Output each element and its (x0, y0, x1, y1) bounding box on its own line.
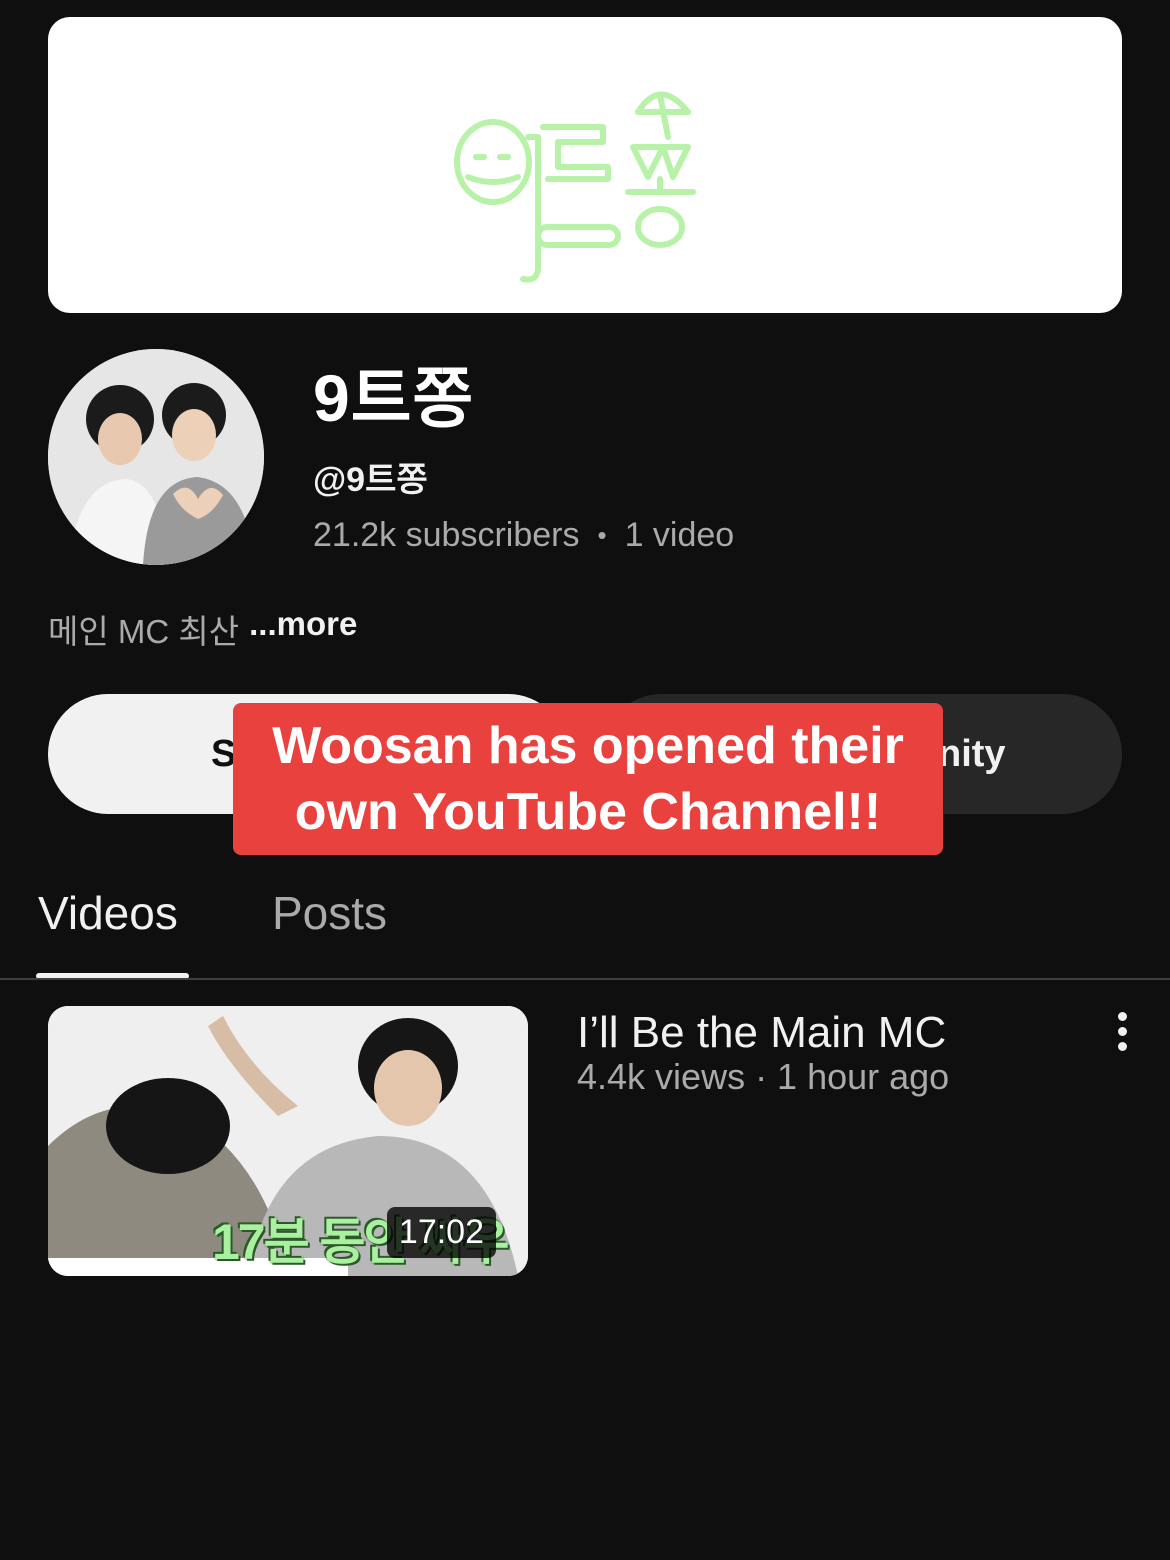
tab-videos[interactable]: Videos (38, 886, 178, 940)
subscriber-count: 21.2k subscribers (313, 516, 580, 554)
channel-description[interactable]: 메인 MC 최산 ...more (48, 605, 357, 653)
banner-logo (454, 91, 696, 283)
overlay-line-2: own YouTube Channel!! (294, 783, 882, 841)
overlay-line-1: Woosan has opened their (272, 717, 904, 775)
more-vert-icon[interactable] (1108, 1012, 1136, 1056)
stats-separator: • (597, 520, 607, 550)
more-link[interactable]: ...more (249, 605, 357, 653)
channel-handle: @9트쫑 (313, 461, 428, 499)
video-meta: 4.4k views · 1 hour ago (577, 1056, 950, 1097)
channel-name: 9트쫑 (313, 361, 475, 435)
video-duration: 17:02 (386, 1207, 496, 1258)
channel-banner (48, 17, 1122, 313)
tab-posts[interactable]: Posts (272, 886, 387, 940)
community-label: nity (938, 732, 1006, 775)
video-count: 1 video (624, 516, 735, 554)
channel-avatar[interactable] (48, 349, 264, 565)
tabs-divider (0, 978, 1170, 980)
avatar-image (48, 349, 264, 565)
video-thumbnail[interactable]: 17분 동안 싸우는 영상 17:02 (48, 1006, 528, 1276)
video-title[interactable]: I’ll Be the Main MC (577, 1008, 946, 1058)
channel-tabs: Videos Posts (0, 860, 1170, 980)
description-text: 메인 MC 최산 (48, 613, 240, 650)
channel-stats: 21.2k subscribers • 1 video (313, 516, 734, 555)
announcement-overlay: Woosan has opened their own YouTube Chan… (233, 703, 943, 855)
